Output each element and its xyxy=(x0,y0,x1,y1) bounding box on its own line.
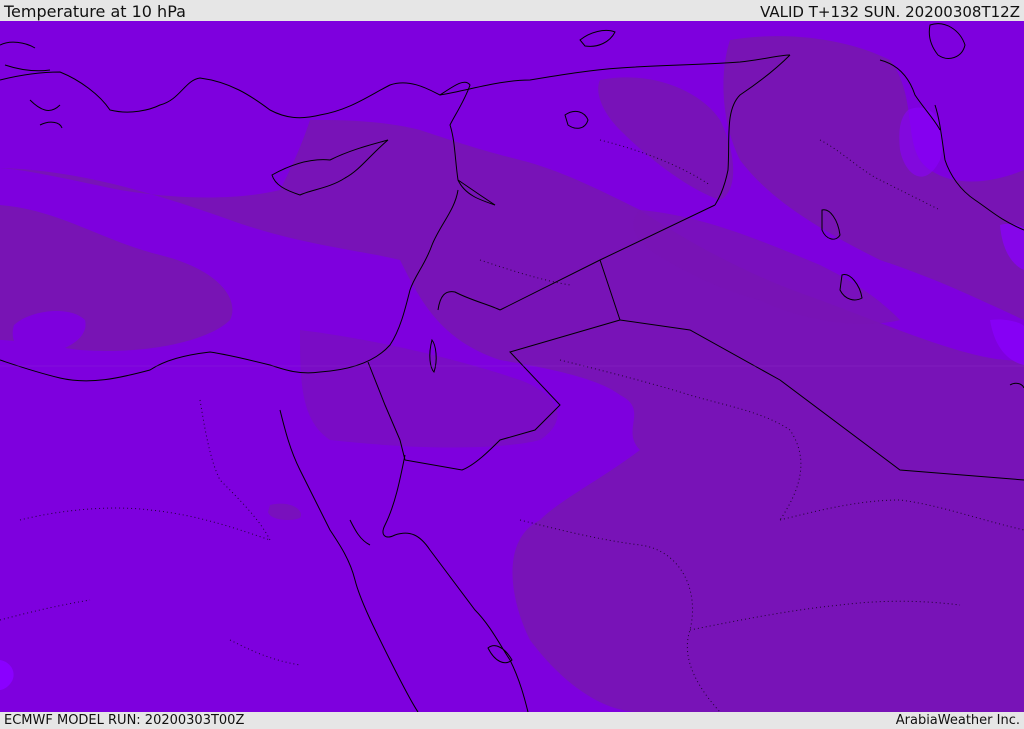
map-title: Temperature at 10 hPa xyxy=(4,2,186,21)
valid-time-label: VALID T+132 SUN. 20200308T12Z xyxy=(760,3,1020,21)
temperature-map xyxy=(0,21,1024,712)
map-header: Temperature at 10 hPa VALID T+132 SUN. 2… xyxy=(0,0,1024,21)
map-footer: ECMWF MODEL RUN: 20200303T00Z ArabiaWeat… xyxy=(0,712,1024,729)
credit-label: ArabiaWeather Inc. xyxy=(895,713,1020,728)
model-run-label: ECMWF MODEL RUN: 20200303T00Z xyxy=(4,713,245,728)
